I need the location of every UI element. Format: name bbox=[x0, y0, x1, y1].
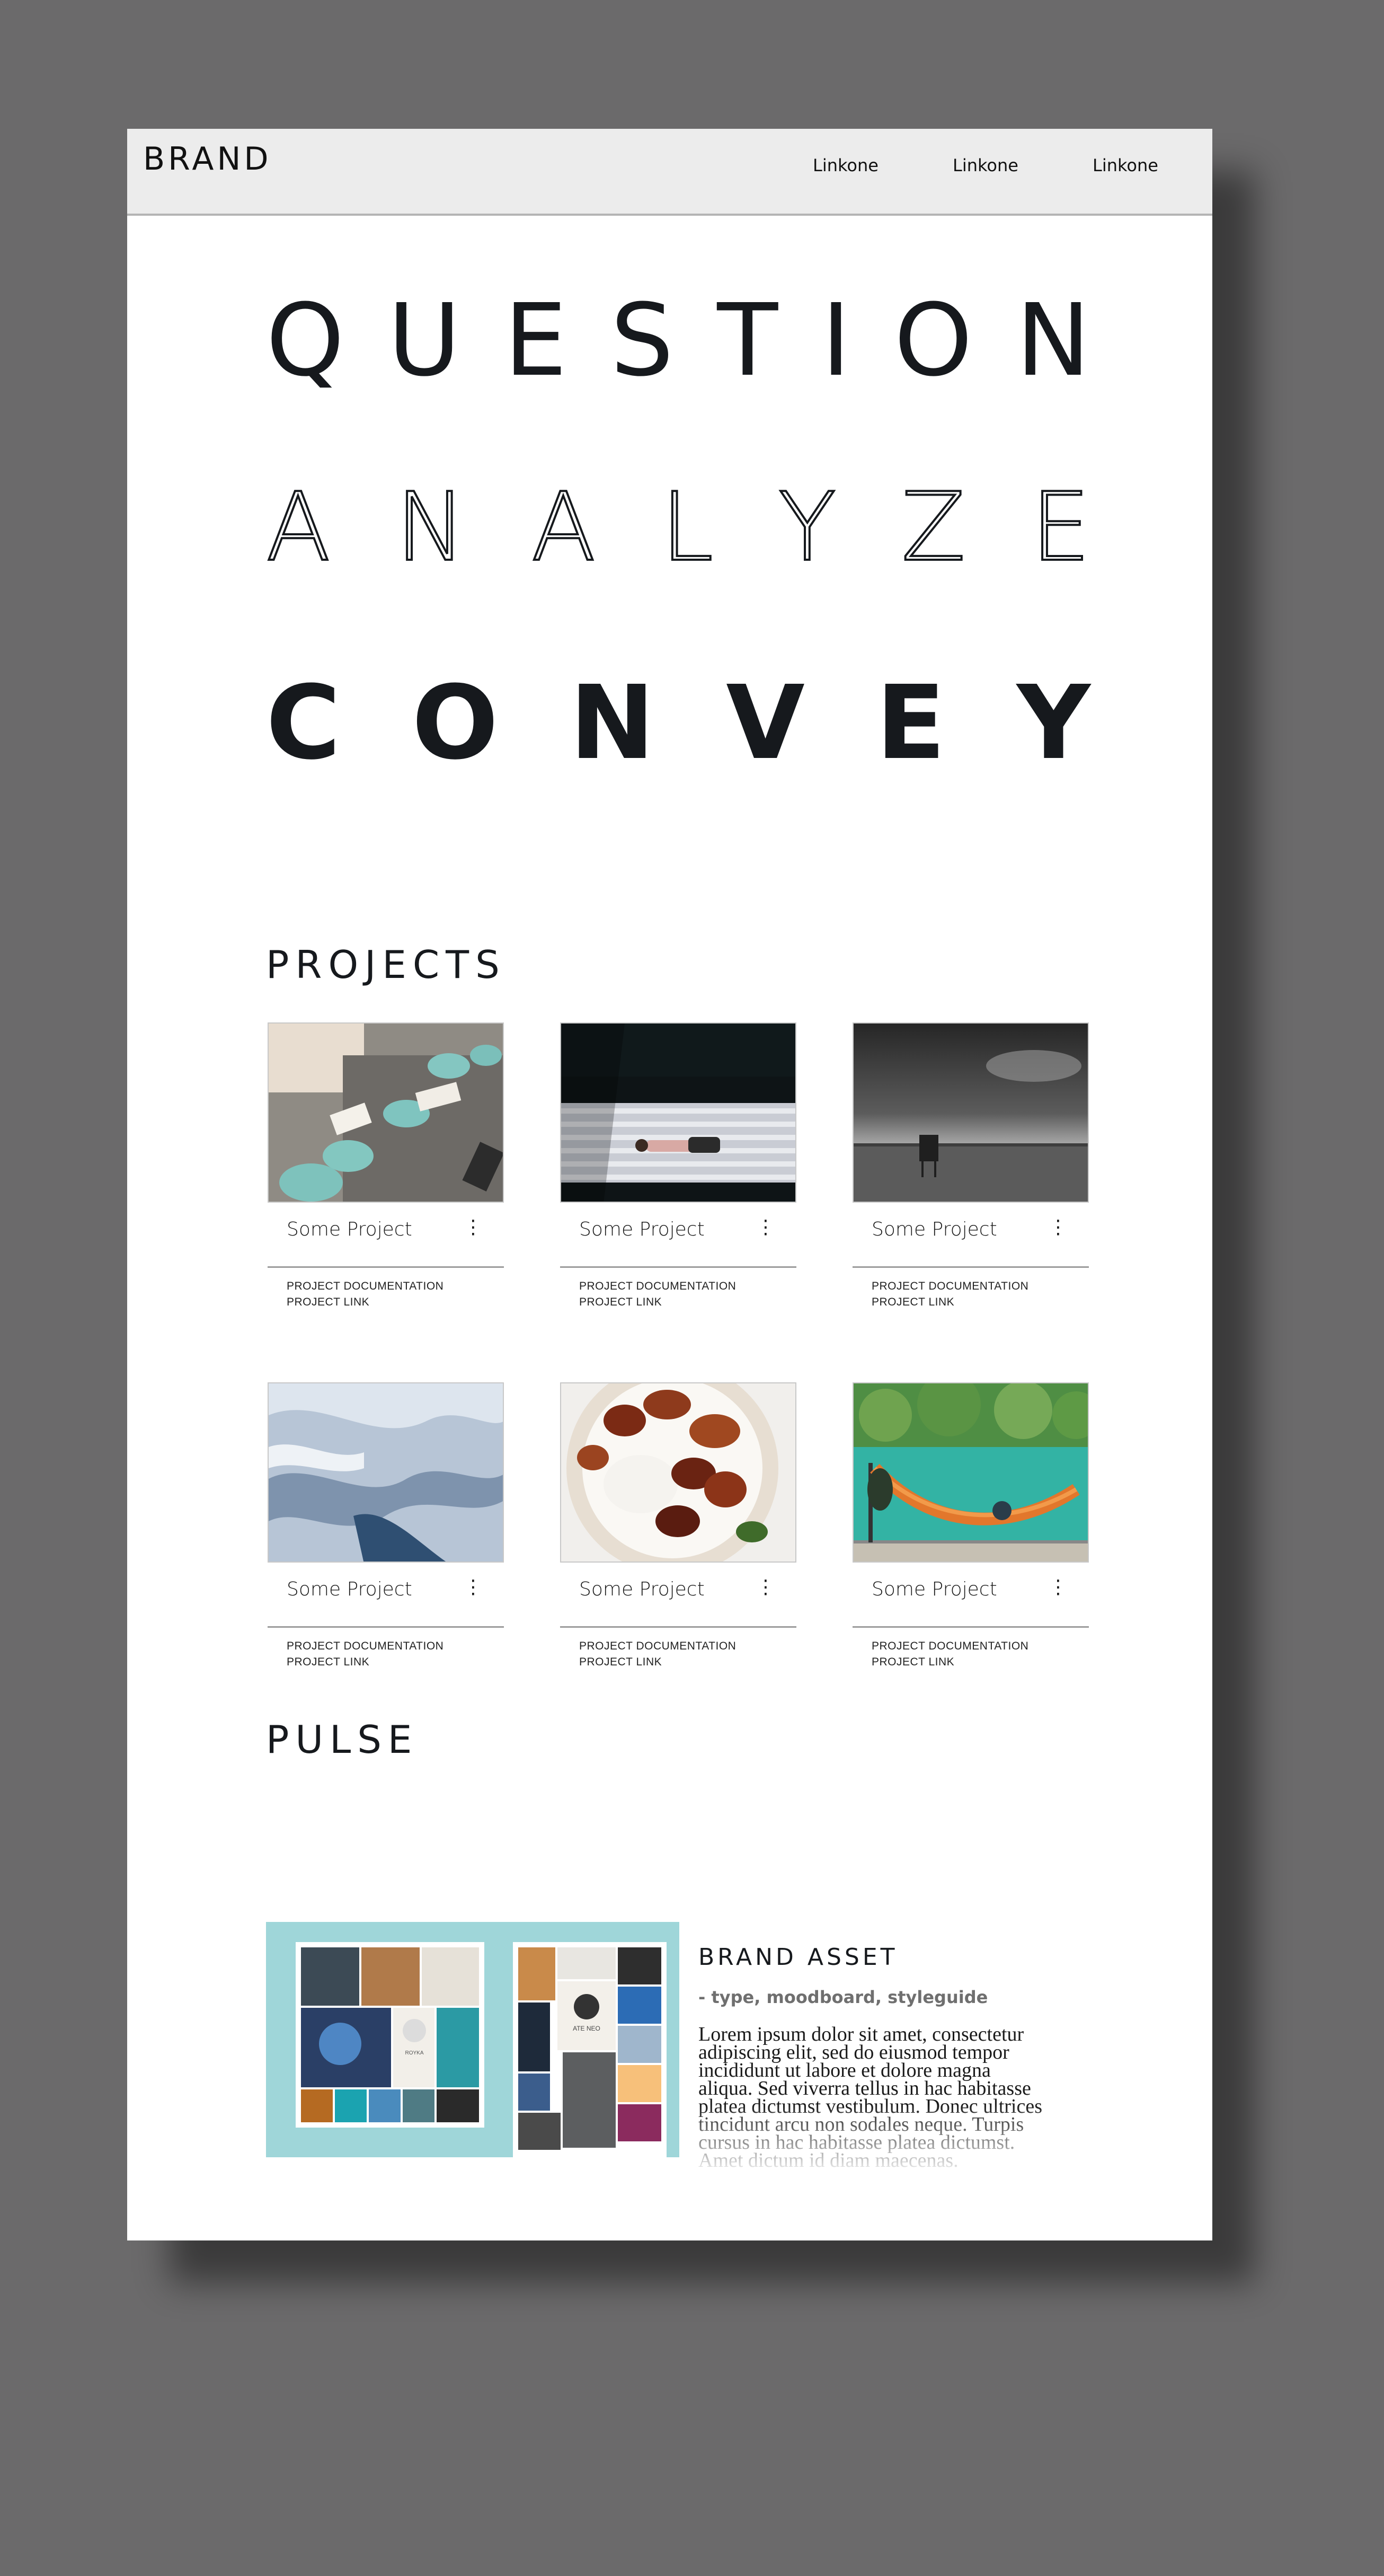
project-card[interactable]: Some Project ⋮ PROJECT DOCUMENTATION PRO… bbox=[268, 1382, 504, 1679]
hero-letter: N bbox=[395, 471, 467, 583]
hero-letter: E bbox=[876, 664, 946, 782]
project-documentation-link[interactable]: PROJECT DOCUMENTATION bbox=[872, 1280, 1028, 1293]
hero-letter: O bbox=[894, 283, 973, 399]
more-options-icon[interactable]: ⋮ bbox=[1049, 1216, 1068, 1238]
brand-asset-moodboard-image[interactable]: ROYKA ATE NEO bbox=[266, 1922, 679, 2157]
hammock-river-photo[interactable] bbox=[853, 1382, 1089, 1563]
browser-page: BRAND Linkone Linkone Linkone QUESTION A… bbox=[127, 129, 1212, 2240]
project-title[interactable]: Some Project bbox=[872, 1219, 997, 1240]
project-card[interactable]: Some Project ⋮ PROJECT DOCUMENTATION PRO… bbox=[560, 1382, 796, 1679]
hero-letter: V bbox=[726, 664, 805, 782]
divider bbox=[560, 1266, 796, 1268]
hero-letter: C bbox=[266, 664, 341, 782]
hero-letter: E bbox=[504, 283, 567, 399]
projects-heading: PROJECTS bbox=[266, 942, 506, 987]
more-options-icon[interactable]: ⋮ bbox=[756, 1216, 775, 1238]
project-title[interactable]: Some Project bbox=[579, 1578, 705, 1600]
divider bbox=[853, 1626, 1089, 1628]
brand-asset-subtitle: - type, moodboard, styleguide bbox=[698, 1987, 988, 2007]
hero-letter: L bbox=[660, 471, 714, 583]
divider bbox=[560, 1626, 796, 1628]
project-title[interactable]: Some Project bbox=[872, 1578, 997, 1600]
hero-letter: U bbox=[387, 283, 461, 399]
hero-word-convey: CONVEY bbox=[266, 664, 1090, 782]
project-link[interactable]: PROJECT LINK bbox=[287, 1656, 369, 1669]
hero-letter: O bbox=[412, 664, 499, 782]
brand-asset-title[interactable]: BRAND ASSET bbox=[698, 1944, 898, 1971]
brand-asset-description: Lorem ipsum dolor sit amet, consectetur … bbox=[698, 2025, 1043, 2169]
project-card[interactable]: Some Project ⋮ PROJECT DOCUMENTATION PRO… bbox=[853, 1022, 1089, 1319]
project-title[interactable]: Some Project bbox=[287, 1219, 412, 1240]
moodboard-label: ATE NEO bbox=[573, 2025, 600, 2032]
hero-letter: S bbox=[610, 283, 674, 399]
project-link[interactable]: PROJECT LINK bbox=[579, 1656, 662, 1669]
food-plate-photo[interactable] bbox=[560, 1382, 796, 1563]
cafe-table-photo[interactable] bbox=[268, 1022, 504, 1203]
project-link[interactable]: PROJECT LINK bbox=[287, 1296, 369, 1309]
divider bbox=[853, 1266, 1089, 1268]
hero-letter: Q bbox=[266, 283, 344, 399]
project-card[interactable]: Some Project ⋮ PROJECT DOCUMENTATION PRO… bbox=[560, 1022, 796, 1319]
hero-letter: I bbox=[821, 283, 851, 399]
project-link[interactable]: PROJECT LINK bbox=[872, 1296, 954, 1309]
divider bbox=[268, 1266, 504, 1268]
stormy-beach-photo[interactable] bbox=[853, 1022, 1089, 1203]
project-documentation-link[interactable]: PROJECT DOCUMENTATION bbox=[872, 1640, 1028, 1653]
project-card[interactable]: Some Project ⋮ PROJECT DOCUMENTATION PRO… bbox=[853, 1382, 1089, 1679]
more-options-icon[interactable]: ⋮ bbox=[464, 1216, 483, 1238]
nav-link-1[interactable]: Linkone bbox=[813, 155, 879, 175]
project-documentation-link[interactable]: PROJECT DOCUMENTATION bbox=[579, 1640, 736, 1653]
hero-letter: E bbox=[1030, 471, 1091, 583]
ice-texture-photo[interactable] bbox=[268, 1382, 504, 1563]
hero-letter: A bbox=[265, 471, 332, 583]
brand-logo[interactable]: BRAND bbox=[143, 140, 272, 178]
more-options-icon[interactable]: ⋮ bbox=[1049, 1576, 1068, 1598]
hero-word-analyze: ANALYZE bbox=[265, 471, 1092, 583]
project-card[interactable]: Some Project ⋮ PROJECT DOCUMENTATION PRO… bbox=[268, 1022, 504, 1319]
pulse-heading: PULSE bbox=[266, 1717, 419, 1762]
more-options-icon[interactable]: ⋮ bbox=[756, 1576, 775, 1598]
project-documentation-link[interactable]: PROJECT DOCUMENTATION bbox=[287, 1280, 443, 1293]
hero-letter: Z bbox=[900, 471, 967, 583]
hero-letter: Y bbox=[1016, 664, 1090, 782]
hero-letter: Y bbox=[777, 471, 837, 583]
hero-letter: N bbox=[570, 664, 655, 782]
moodboard-label: ROYKA bbox=[405, 2050, 423, 2056]
hero-letter: A bbox=[530, 471, 597, 583]
nav-link-2[interactable]: Linkone bbox=[953, 155, 1018, 175]
person-on-bench-photo[interactable] bbox=[560, 1022, 796, 1203]
project-title[interactable]: Some Project bbox=[579, 1219, 705, 1240]
nav-link-3[interactable]: Linkone bbox=[1093, 155, 1158, 175]
top-navigation-bar: BRAND Linkone Linkone Linkone bbox=[127, 129, 1212, 216]
hero-word-question: QUESTION bbox=[266, 283, 1090, 399]
hero-letter: N bbox=[1016, 283, 1090, 399]
project-documentation-link[interactable]: PROJECT DOCUMENTATION bbox=[579, 1280, 736, 1293]
project-link[interactable]: PROJECT LINK bbox=[579, 1296, 662, 1309]
hero-letter: T bbox=[717, 283, 778, 399]
more-options-icon[interactable]: ⋮ bbox=[464, 1576, 483, 1598]
project-documentation-link[interactable]: PROJECT DOCUMENTATION bbox=[287, 1640, 443, 1653]
project-link[interactable]: PROJECT LINK bbox=[872, 1656, 954, 1669]
divider bbox=[268, 1626, 504, 1628]
project-title[interactable]: Some Project bbox=[287, 1578, 412, 1600]
